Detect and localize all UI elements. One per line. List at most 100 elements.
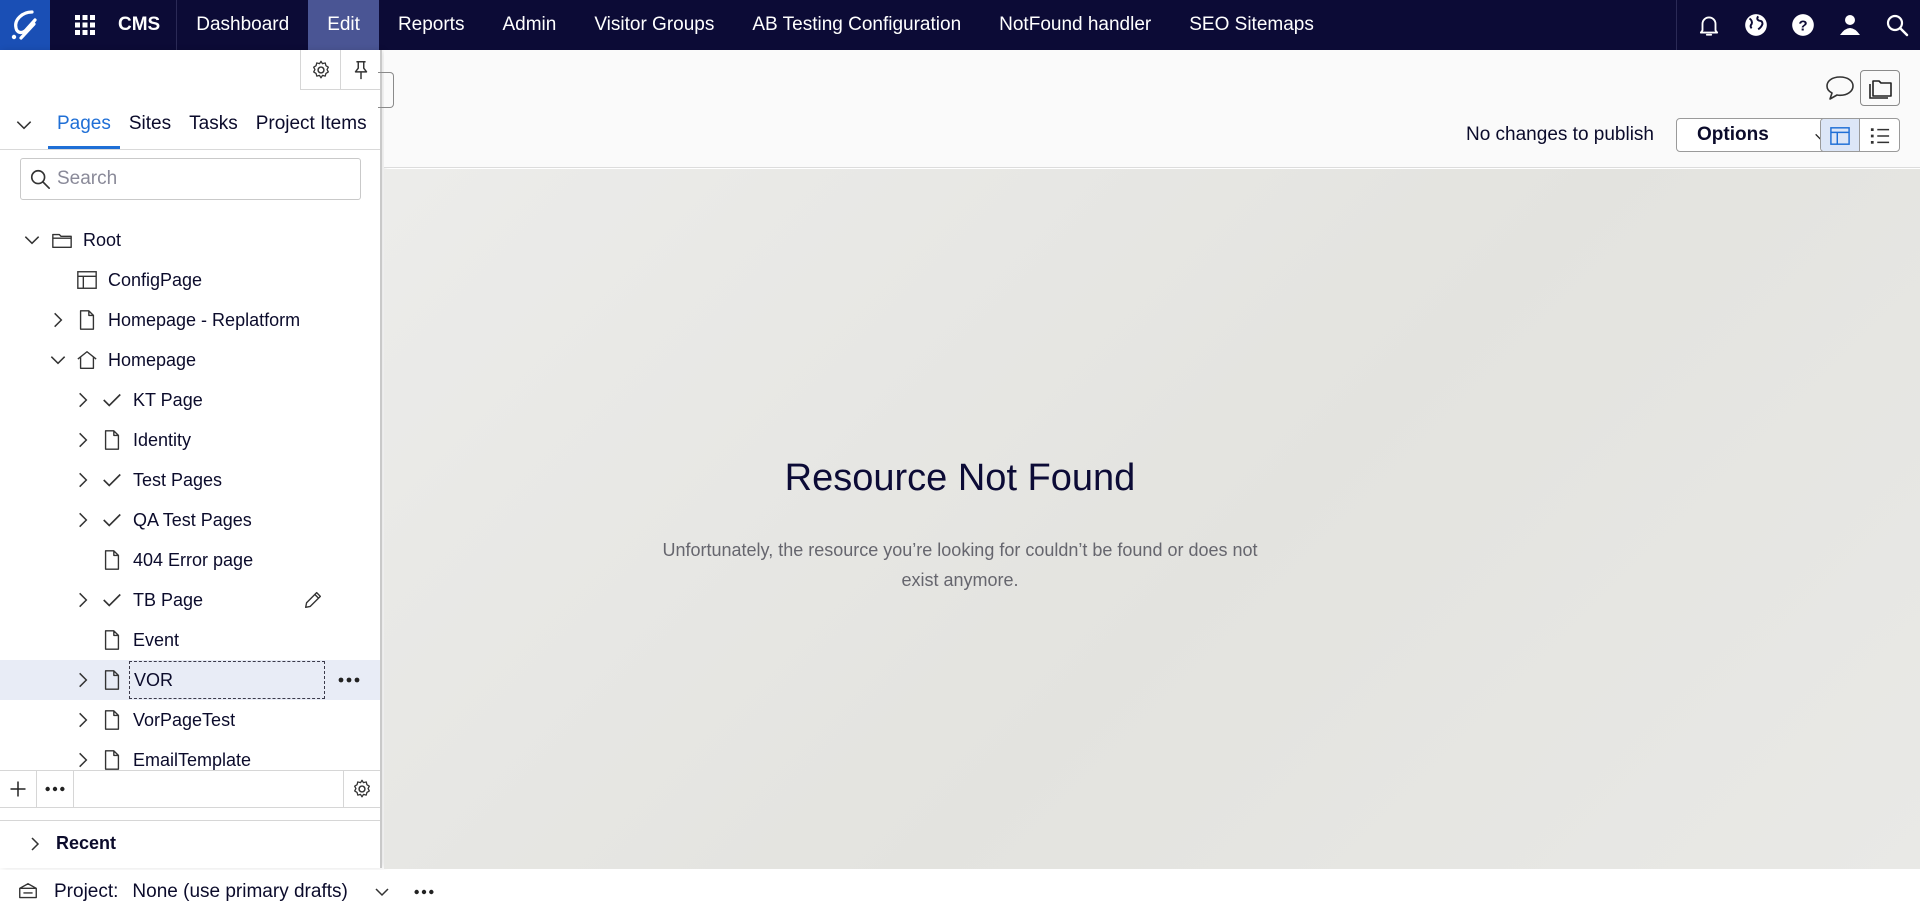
tree-node-label: Test Pages — [133, 469, 223, 490]
chevron-right-icon — [31, 836, 40, 851]
tree-settings-button[interactable] — [343, 771, 380, 807]
expand-toggle[interactable] — [71, 668, 95, 692]
user-menu-button[interactable] — [1826, 0, 1873, 50]
add-page-button[interactable] — [0, 771, 37, 807]
tab-tasks[interactable]: Tasks — [180, 113, 247, 149]
collapse-toggle[interactable] — [46, 348, 70, 372]
pane-settings-button[interactable] — [300, 50, 340, 90]
tree-node-qa-test-pages[interactable]: QA Test Pages — [0, 500, 380, 540]
collapse-toggle[interactable] — [20, 228, 44, 252]
chevron-down-icon — [24, 236, 40, 245]
product-name[interactable]: CMS — [110, 0, 178, 50]
on-page-edit-view-button[interactable] — [1821, 119, 1861, 151]
tab-pages[interactable]: Pages — [48, 113, 120, 149]
language-button[interactable] — [1732, 0, 1779, 50]
options-dropdown[interactable]: Options — [1676, 118, 1842, 152]
nav-seo-sitemaps[interactable]: SEO Sitemaps — [1170, 0, 1333, 50]
optimizely-logo[interactable] — [0, 0, 50, 50]
options-label: Options — [1697, 124, 1769, 145]
project-label: Project: — [54, 880, 119, 902]
navigation-pane: Pages Sites Tasks Project Items Root Co — [0, 50, 382, 868]
nav-dashboard[interactable]: Dashboard — [177, 0, 308, 50]
tree-node-label: 404 Error page — [133, 549, 254, 570]
top-icon-group: ? — [1676, 0, 1920, 50]
page-preview: Resource Not Found Unfortunately, the re… — [384, 169, 1920, 869]
page-tree: Root ConfigPage Homepage - Replatform Ho… — [0, 220, 380, 770]
check-icon — [100, 388, 124, 412]
tree-node-label: TB Page — [133, 589, 204, 610]
chevron-right-icon — [79, 592, 88, 608]
global-search-button[interactable] — [1873, 0, 1920, 50]
edit-page-button[interactable] — [296, 583, 330, 617]
edit-icon — [304, 591, 322, 609]
expand-toggle[interactable] — [46, 308, 70, 332]
tree-node-homepage[interactable]: Homepage — [0, 340, 380, 380]
project-more-button[interactable] — [410, 880, 438, 904]
tree-node-homepage-replatform[interactable]: Homepage - Replatform — [0, 300, 380, 340]
comment-icon — [1826, 76, 1854, 100]
chevron-right-icon — [79, 432, 88, 448]
tree-node-label: Homepage - Replatform — [108, 309, 301, 330]
project-selector-button[interactable] — [370, 880, 394, 904]
expand-toggle[interactable] — [71, 508, 95, 532]
tree-more-button[interactable] — [37, 771, 74, 807]
tree-node-vor[interactable]: VOR — [0, 660, 380, 700]
recent-label: Recent — [56, 833, 117, 853]
pane-tools — [0, 50, 380, 90]
tree-node-tb-page[interactable]: TB Page — [0, 580, 380, 620]
tree-node-configpage[interactable]: ConfigPage — [0, 260, 380, 300]
search-input[interactable] — [57, 168, 347, 190]
nav-edit[interactable]: Edit — [308, 0, 379, 50]
project-icon — [16, 880, 40, 904]
tabs-collapse-button[interactable] — [0, 101, 48, 149]
tree-node-kt-page[interactable]: KT Page — [0, 380, 380, 420]
project-selector-value[interactable]: None (use primary drafts) — [132, 881, 347, 903]
page-icon — [75, 308, 99, 332]
expand-toggle[interactable] — [71, 748, 95, 770]
expand-toggle[interactable] — [71, 588, 95, 612]
tree-actions-bar — [0, 770, 380, 808]
tree-node-label: ConfigPage — [108, 269, 203, 290]
tree-node-label: VorPageTest — [133, 709, 236, 730]
user-icon — [1839, 15, 1860, 35]
tree-node-vorpagetest[interactable]: VorPageTest — [0, 700, 380, 740]
folders-icon — [1869, 80, 1892, 99]
tree-node-event[interactable]: Event — [0, 620, 380, 660]
assets-pane-button[interactable] — [1860, 70, 1900, 106]
recent-section-toggle[interactable]: Recent — [0, 820, 380, 866]
help-button[interactable]: ? — [1779, 0, 1826, 50]
nav-notfound-handler[interactable]: NotFound handler — [980, 0, 1170, 50]
tab-sites[interactable]: Sites — [120, 113, 180, 149]
check-icon — [100, 468, 124, 492]
comments-button[interactable] — [1820, 70, 1860, 106]
tree-node-emailtemplate[interactable]: EmailTemplate — [0, 740, 380, 770]
bell-icon — [1699, 16, 1718, 36]
chevron-right-icon — [79, 392, 88, 408]
notifications-button[interactable] — [1685, 0, 1732, 50]
tab-project-items[interactable]: Project Items — [247, 113, 376, 149]
search-icon — [1886, 14, 1908, 37]
expand-toggle[interactable] — [71, 468, 95, 492]
nav-reports[interactable]: Reports — [379, 0, 484, 50]
expand-toggle[interactable] — [71, 708, 95, 732]
tree-node-identity[interactable]: Identity — [0, 420, 380, 460]
nav-visitor-groups[interactable]: Visitor Groups — [575, 0, 733, 50]
tree-node-404-error-page[interactable]: 404 Error page — [0, 540, 380, 580]
pin-pane-button[interactable] — [340, 50, 380, 90]
chevron-right-icon — [79, 712, 88, 728]
search-icon — [30, 169, 50, 189]
all-properties-view-button[interactable] — [1860, 119, 1899, 151]
expand-toggle[interactable] — [71, 388, 95, 412]
gear-icon — [354, 779, 370, 798]
svg-text:?: ? — [1798, 17, 1807, 34]
tree-node-test-pages[interactable]: Test Pages — [0, 460, 380, 500]
nav-ab-testing-configuration[interactable]: AB Testing Configuration — [733, 0, 980, 50]
app-switcher-button[interactable] — [60, 0, 110, 50]
node-more-button[interactable] — [332, 663, 366, 697]
tree-node-root[interactable]: Root — [0, 220, 380, 260]
more-icon — [338, 677, 360, 683]
nav-admin[interactable]: Admin — [483, 0, 575, 50]
toggle-pane-button[interactable] — [378, 72, 394, 108]
tree-node-label: EmailTemplate — [133, 749, 252, 770]
expand-toggle[interactable] — [71, 428, 95, 452]
